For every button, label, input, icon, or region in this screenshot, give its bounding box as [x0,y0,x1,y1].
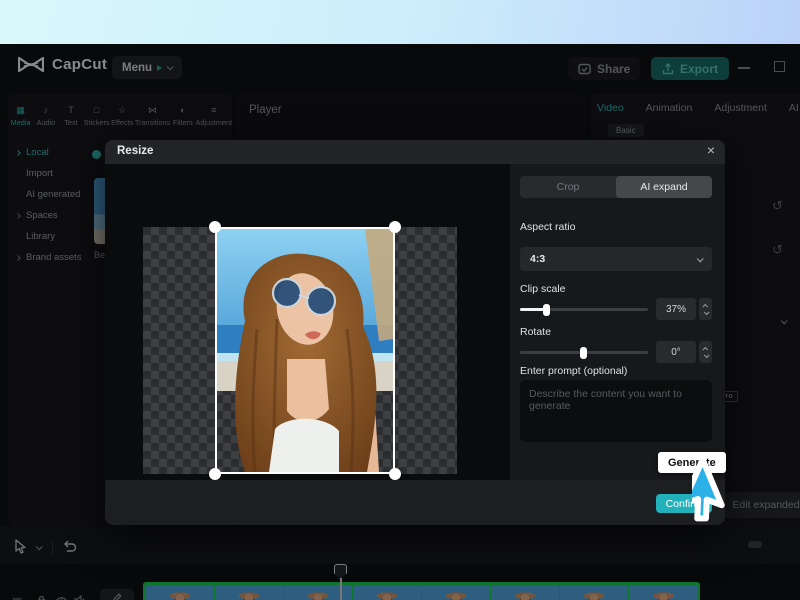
rotate-slider[interactable] [520,351,648,354]
rotate-slider-handle[interactable] [580,347,587,359]
close-icon[interactable]: × [707,142,715,158]
tutorial-cursor-icon [692,460,766,539]
prompt-input[interactable] [520,380,712,442]
screen: CapCut Menu Share Export ▦Media ♪Audio [0,0,800,600]
tab-crop[interactable]: Crop [520,176,616,198]
image-being-resized[interactable] [215,227,395,474]
aspect-ratio-value: 4:3 [530,253,545,265]
aspect-ratio-label: Aspect ratio [520,221,575,233]
modal-title: Resize [117,145,153,157]
crop-handle-bottom-left[interactable] [209,468,221,480]
chevron-down-icon [697,255,704,262]
chevron-down-icon [703,352,709,358]
clip-scale-slider[interactable] [520,308,648,311]
clip-scale-stepper[interactable] [699,298,712,320]
resize-controls: Crop AI expand Aspect ratio 4:3 Clip sca… [520,164,725,480]
crop-handle-top-right[interactable] [389,221,401,233]
chevron-up-icon [702,303,708,309]
crop-handle-bottom-right[interactable] [389,468,401,480]
clip-scale-row: 37% [520,298,712,320]
modal-titlebar: Resize × [105,140,725,164]
chevron-down-icon [703,309,709,315]
prompt-label: Enter prompt (optional) [520,365,627,377]
rotate-stepper[interactable] [699,341,712,363]
modal-footer: Confirm [105,480,725,525]
beach-portrait-photo [217,229,393,472]
rotate-row: 0° [520,341,712,363]
resize-modal: Resize × [105,140,725,525]
rotate-label: Rotate [520,326,551,338]
clip-scale-value[interactable]: 37% [656,298,696,320]
clip-scale-label: Clip scale [520,283,566,295]
aspect-ratio-dropdown[interactable]: 4:3 [520,247,712,271]
chevron-up-icon [702,346,708,352]
clip-scale-slider-handle[interactable] [543,304,550,316]
resize-preview-area [105,164,510,480]
crop-aiexpand-tabs: Crop AI expand [520,176,712,198]
rotate-value[interactable]: 0° [656,341,696,363]
tab-ai-expand[interactable]: AI expand [616,176,712,198]
crop-handle-top-left[interactable] [209,221,221,233]
